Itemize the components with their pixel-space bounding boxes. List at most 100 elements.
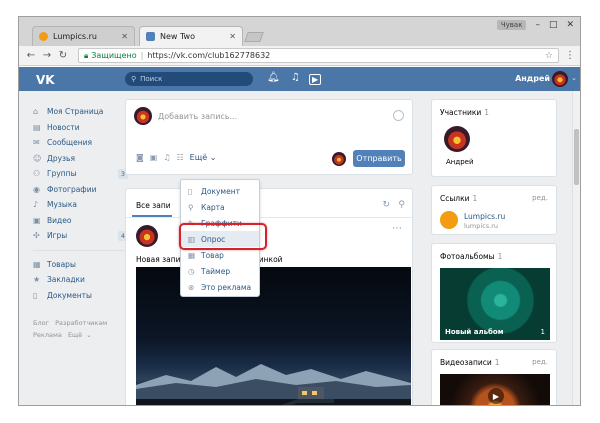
album-thumbnail[interactable]: Новый альбом 1 — [440, 268, 550, 340]
lumpics-logo-icon[interactable] — [440, 211, 458, 229]
composer-avatar — [134, 107, 152, 125]
video-attach-icon[interactable]: ▣ — [150, 153, 158, 162]
links-title-text: Ссылки — [440, 194, 470, 203]
composer-input[interactable]: Добавить запись... — [158, 112, 237, 121]
tab-all-posts[interactable]: Все запи — [136, 201, 171, 210]
menu-item-timer[interactable]: ◷ Таймер — [181, 263, 259, 279]
footer-link-blog[interactable]: Блог — [33, 319, 49, 327]
menu-item-ad[interactable]: ⊛ Это реклама — [181, 279, 259, 295]
play-icon[interactable]: ▶ — [488, 388, 504, 404]
sidebar-item-bookmarks[interactable]: ★ Закладки — [33, 272, 128, 288]
sidebar-item-messages[interactable]: ✉ Сообщения — [33, 135, 128, 151]
tab-close-icon[interactable]: ✕ — [229, 32, 236, 41]
albums-count: 1 — [497, 252, 503, 261]
links-edit-link[interactable]: ред. — [532, 194, 548, 202]
sidebar-item-label: Видео — [47, 215, 72, 225]
sidebar-item-label: Группы — [47, 169, 77, 179]
tab-title: Lumpics.ru — [53, 32, 97, 41]
member-avatar[interactable] — [444, 126, 470, 152]
sidebar-item-label: Документы — [47, 290, 92, 300]
back-arrow-icon[interactable]: ← — [24, 50, 38, 61]
sidebar-item-friends[interactable]: ☺ Друзья — [33, 151, 128, 167]
sidebar-item-label: Товары — [47, 259, 76, 269]
tab-title: New Two — [160, 32, 195, 41]
minimize-icon[interactable]: – — [535, 20, 540, 30]
sidebar-item-photos[interactable]: ◉ Фотографии — [33, 182, 128, 198]
vk-search-input[interactable]: ⚲ Поиск — [125, 72, 253, 86]
album-photo-count: 1 — [540, 328, 545, 336]
highlight-outline — [179, 223, 267, 250]
browser-tab-new-two[interactable]: New Two ✕ — [139, 26, 243, 46]
more-options-icon[interactable]: ⋯ — [392, 223, 402, 234]
videos-title-text: Видеозаписи — [440, 358, 492, 367]
tab-strip: Lumpics.ru ✕ New Two ✕ Чувак – □ ✕ — [19, 17, 580, 46]
address-bar[interactable]: 🔒︎ Защищено | https://vk.com/club1627786… — [78, 48, 559, 63]
albums-card: Фотоальбомы 1 Новый альбом 1 — [431, 243, 557, 343]
browser-window: Lumpics.ru ✕ New Two ✕ Чувак – □ ✕ ← → ↻… — [18, 16, 581, 406]
vk-header: VK ⚲ Поиск 🔔︎ ♫ ▶ Андрей ⌄ — [19, 67, 580, 91]
chevron-down-icon: ⌄ — [86, 331, 92, 339]
photo-attach-icon[interactable]: ◙ — [136, 153, 144, 162]
footer-link-developers[interactable]: Разработчикам — [55, 319, 107, 327]
post-composer: Добавить запись... ◙ ▣ ♫ ☷ Ещё ⌄ Отправи… — [125, 99, 413, 175]
sidebar-item-label: Моя Страница — [47, 107, 104, 117]
members-title[interactable]: Участники 1 — [440, 108, 489, 117]
games-icon: ✣ — [33, 231, 40, 241]
member-name[interactable]: Андрей — [446, 158, 474, 166]
sidebar-item-video[interactable]: ▣ Видео — [33, 213, 128, 229]
sidebar-item-groups[interactable]: ⚇ Группы 3 — [33, 166, 128, 182]
link-title[interactable]: Lumpics.ru — [464, 212, 505, 221]
attachment-toolbar: ◙ ▣ ♫ ☷ Ещё ⌄ — [136, 153, 216, 162]
menu-item-document[interactable]: ▯ Документ — [181, 183, 259, 199]
footer-link-more[interactable]: Ещё — [68, 331, 82, 339]
header-avatar[interactable] — [552, 71, 568, 87]
vk-favicon-icon — [146, 32, 155, 41]
more-attachments-button[interactable]: Ещё ⌄ — [190, 153, 217, 162]
list-attach-icon[interactable]: ☷ — [177, 153, 184, 162]
post-author-avatar[interactable] — [136, 225, 158, 247]
play-icon[interactable]: ▶ — [309, 74, 322, 85]
wall-feed: Все запи а ↻ ⚲ ⋯ Новая запикартинкой — [125, 188, 413, 405]
search-icon[interactable]: ⚲ — [398, 200, 405, 210]
emoji-icon[interactable] — [393, 110, 404, 121]
albums-title[interactable]: Фотоальбомы 1 — [440, 252, 502, 261]
videos-title[interactable]: Видеозаписи 1 — [440, 358, 500, 367]
videos-edit-link[interactable]: ред. — [532, 358, 548, 366]
browser-menu-icon[interactable]: ⋮ — [565, 50, 575, 61]
tab-close-icon[interactable]: ✕ — [121, 32, 128, 41]
bookmark-star-icon[interactable]: ☆ — [545, 51, 553, 61]
vk-logo[interactable]: VK — [36, 73, 55, 87]
sidebar-item-goods[interactable]: ▦ Товары — [33, 257, 128, 273]
bell-icon[interactable]: 🔔︎ — [267, 72, 280, 83]
secure-label: Защищено — [91, 51, 137, 60]
menu-item-map[interactable]: ⚲ Карта — [181, 199, 259, 215]
profile-chip[interactable]: Чувак — [496, 20, 527, 30]
map-pin-icon: ⚲ — [188, 202, 194, 212]
video-thumbnail[interactable]: ▶ — [440, 374, 550, 405]
page-scrollbar[interactable] — [572, 91, 580, 405]
links-title[interactable]: Ссылки 1 — [440, 194, 477, 203]
sidebar-item-documents[interactable]: ▯ Документы — [33, 288, 128, 304]
reload-icon[interactable]: ↻ — [56, 50, 70, 61]
browser-tab-lumpics[interactable]: Lumpics.ru ✕ — [32, 26, 135, 46]
new-tab-button[interactable] — [244, 32, 264, 42]
sidebar-item-news[interactable]: ▤ Новости — [33, 120, 128, 136]
send-button[interactable]: Отправить — [353, 150, 405, 167]
post-as-avatar[interactable] — [332, 152, 346, 166]
sidebar-item-label: Фотографии — [47, 184, 97, 194]
sidebar-item-my-page[interactable]: ⌂ Моя Страница — [33, 104, 128, 120]
forward-arrow-icon[interactable]: → — [40, 50, 54, 61]
header-user-name[interactable]: Андрей — [515, 74, 550, 83]
music-note-icon[interactable]: ♫ — [291, 72, 300, 83]
chevron-down-icon[interactable]: ⌄ — [571, 74, 577, 82]
sidebar-item-music[interactable]: ♪ Музыка — [33, 197, 128, 213]
scrollbar-thumb[interactable] — [574, 129, 579, 185]
audio-attach-icon[interactable]: ♫ — [163, 153, 170, 162]
omnibox-separator: | — [140, 51, 144, 60]
post-image[interactable] — [136, 267, 411, 405]
maximize-icon[interactable]: □ — [549, 20, 558, 30]
close-window-icon[interactable]: ✕ — [566, 20, 574, 30]
sidebar-item-games[interactable]: ✣ Игры 4 — [33, 228, 128, 244]
refresh-icon[interactable]: ↻ — [382, 200, 390, 210]
footer-link-ads[interactable]: Реклама — [33, 331, 62, 339]
